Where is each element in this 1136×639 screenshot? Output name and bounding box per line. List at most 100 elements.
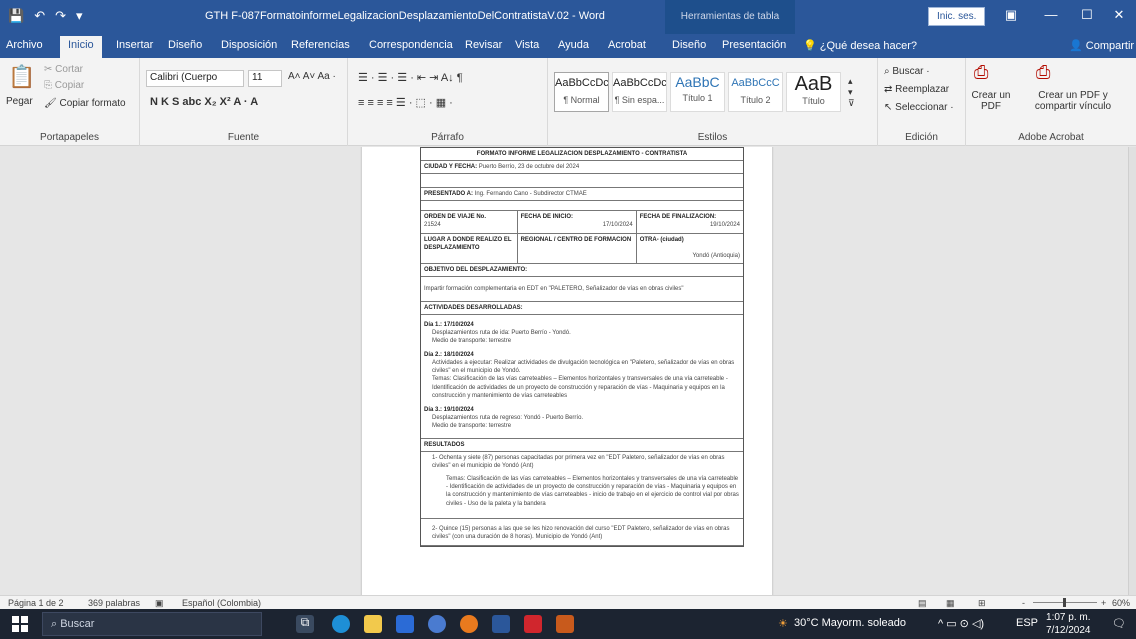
tab-correspondencia[interactable]: Correspondencia (369, 39, 453, 51)
acrobat-icon[interactable] (524, 615, 542, 633)
close-button[interactable]: ✕ (1108, 7, 1130, 23)
tab-presentacion[interactable]: Presentación (722, 39, 786, 51)
font-size-buttons[interactable]: A˄ A˅ Aa · (288, 71, 336, 82)
replace-button[interactable]: ⇄ Reemplazar (884, 84, 949, 95)
zoom-in-button[interactable]: + (1101, 598, 1106, 608)
firefox-icon[interactable] (460, 615, 478, 633)
presented-row[interactable]: PRESENTADO A: Ing. Fernando Cano - Subdi… (421, 188, 743, 202)
tab-inicio[interactable]: Inicio (60, 36, 102, 58)
select-button[interactable]: ↖ Seleccionar · (884, 102, 954, 113)
style-heading-1[interactable]: AaBbC Título 1 (670, 72, 725, 112)
copy-label: Copiar (54, 80, 85, 91)
store-icon[interactable] (396, 615, 414, 633)
create-share-pdf-button[interactable]: Crear un PDF y compartir vínculo (1018, 90, 1128, 112)
order-cell[interactable]: ORDEN DE VIAJE No. 21524 (421, 211, 518, 234)
font-format-buttons[interactable]: N K S abc X₂ X² A · A (150, 96, 258, 108)
zoom-level[interactable]: 60% (1112, 598, 1130, 608)
input-language[interactable]: ESP (1016, 617, 1038, 629)
start-date-cell[interactable]: FECHA DE INICIO: 17/10/2024 (518, 211, 637, 234)
tab-ayuda[interactable]: Ayuda (558, 39, 589, 51)
tab-diseno-tabla[interactable]: Diseño (672, 39, 706, 51)
copy-button[interactable]: ⎘ Copiar (44, 80, 84, 91)
save-icon[interactable]: 💾 (8, 8, 24, 24)
customize-qat-icon[interactable]: ▾ (76, 8, 83, 24)
language[interactable]: Español (Colombia) (182, 598, 261, 608)
create-pdf-button[interactable]: Crear un PDF (970, 90, 1012, 112)
paste-icon[interactable]: 📋 (8, 64, 35, 90)
format-painter-button[interactable]: 🖌 Copiar formato (44, 98, 126, 109)
city-date-row[interactable]: CIUDAD Y FECHA: Puerto Berrío, 23 de oct… (421, 161, 743, 175)
tell-me-label: ¿Qué desea hacer? (819, 40, 917, 52)
style-title[interactable]: AaB Título (786, 72, 841, 112)
style-normal[interactable]: AaBbCcDc ¶ Normal (554, 72, 609, 112)
find-button[interactable]: ⌕ Buscar · (884, 66, 930, 77)
cut-button[interactable]: ✂ Cortar (44, 64, 83, 75)
document-area[interactable]: FORMATO INFORME LEGALIZACION DESPLAZAMIE… (0, 147, 1128, 595)
tab-diseno[interactable]: Diseño (168, 39, 202, 51)
style-preview: AaB (794, 73, 833, 95)
create-share-pdf-icon[interactable]: ⎙ (1036, 62, 1050, 83)
font-name-select[interactable]: Calibri (Cuerpo (146, 70, 244, 87)
minimize-button[interactable]: — (1040, 7, 1062, 22)
activities-content[interactable]: Día 1.: 17/10/2024 Desplazamientos ruta … (421, 315, 743, 439)
print-layout-icon[interactable]: ▦ (946, 598, 955, 609)
tab-vista[interactable]: Vista (515, 39, 539, 51)
document-page[interactable]: FORMATO INFORME LEGALIZACION DESPLAZAMIE… (362, 147, 772, 595)
style-no-spacing[interactable]: AaBbCcDc ¶ Sin espa... (612, 72, 667, 112)
edge-icon[interactable] (332, 615, 350, 633)
styles-scroll-icon[interactable]: ▴ ▾ ⊽ (848, 76, 855, 109)
result-item-1: 1- Ochenta y siete (87) personas capacit… (432, 455, 725, 470)
zoom-out-button[interactable]: - (1022, 598, 1025, 608)
maximize-button[interactable]: ☐ (1076, 7, 1098, 23)
tab-disposicion[interactable]: Disposición (221, 39, 277, 51)
results-content[interactable]: 1- Ochenta y siete (87) personas capacit… (421, 452, 743, 519)
chrome-icon[interactable] (428, 615, 446, 633)
app-icon[interactable] (556, 615, 574, 633)
word-icon[interactable] (492, 615, 510, 633)
tab-revisar[interactable]: Revisar (465, 39, 502, 51)
paste-button[interactable]: Pegar (6, 96, 33, 107)
create-pdf-icon[interactable]: ⎙ (974, 62, 988, 83)
web-layout-icon[interactable]: ⊞ (978, 598, 986, 609)
read-mode-icon[interactable]: ▤ (918, 598, 927, 609)
tab-acrobat[interactable]: Acrobat (608, 39, 646, 51)
style-heading-2[interactable]: AaBbCcC Título 2 (728, 72, 783, 112)
share-button[interactable]: 👤 Compartir (1069, 39, 1134, 52)
place-cell[interactable]: LUGAR A DONDE REALIZO EL DESPLAZAMIENTO (421, 234, 518, 263)
tab-insertar[interactable]: Insertar (116, 39, 153, 51)
ribbon-display-icon[interactable]: ▣ (1000, 7, 1022, 23)
word-count[interactable]: 369 palabras (88, 598, 140, 608)
end-date-cell[interactable]: FECHA DE FINALIZACION: 19/10/2024 (637, 211, 743, 233)
quick-access-toolbar: 💾 ↶ ↷ ▾ (8, 8, 83, 24)
day2-title: Día 2.: 18/10/2024 (424, 352, 474, 359)
results-content-2[interactable]: 2- Quince (15) personas a las que se les… (421, 519, 743, 546)
regional-cell[interactable]: REGIONAL / CENTRO DE FORMACION (518, 234, 637, 263)
objective-value[interactable]: Impartir formación complementaria en EDT… (421, 277, 743, 302)
undo-icon[interactable]: ↶ (34, 8, 45, 24)
windows-start-icon[interactable] (12, 616, 28, 632)
tab-referencias[interactable]: Referencias (291, 39, 350, 51)
proofing-icon[interactable]: ▣ (155, 598, 164, 609)
result-1-topics: Temas: Clasificación de las vías carrete… (446, 476, 739, 507)
presented-label: PRESENTADO A: (424, 191, 474, 198)
task-view-icon[interactable]: ⧉ (296, 615, 314, 633)
list-buttons[interactable]: ☰ · ☰ · ☰ · ⇤ ⇥ A↓ ¶ (358, 71, 463, 84)
file-explorer-icon[interactable] (364, 615, 382, 633)
zoom-slider-thumb[interactable] (1063, 598, 1066, 607)
tell-me-search[interactable]: 💡 ¿Qué desea hacer? (803, 39, 917, 52)
alignment-buttons[interactable]: ≡ ≡ ≡ ≡ ☰ · ⬚ · ▦ · (358, 96, 453, 109)
styles-group-label: Estilos (697, 132, 728, 143)
end-date-value: 19/10/2024 (709, 222, 740, 229)
vertical-scrollbar[interactable] (1128, 147, 1136, 595)
notification-icon[interactable]: 🗨 (1112, 617, 1126, 630)
font-size-select[interactable]: 11 (248, 70, 282, 87)
tab-archivo[interactable]: Archivo (6, 39, 43, 51)
weather-text[interactable]: 30°C Mayorm. soleado (794, 617, 906, 629)
redo-icon[interactable]: ↷ (55, 8, 66, 24)
clock[interactable]: 1:07 p. m. 7/12/2024 (1046, 611, 1091, 637)
other-city-cell[interactable]: OTRA- (ciudad) Yondó (Antioquia) (637, 234, 743, 262)
tray-icons[interactable]: ^ ▭ ⊙ ◁) (938, 617, 984, 630)
taskbar-search[interactable]: ⌕ Buscar (42, 612, 262, 636)
page-count[interactable]: Página 1 de 2 (8, 598, 64, 608)
sign-in-button[interactable]: Inic. ses. (928, 7, 986, 26)
